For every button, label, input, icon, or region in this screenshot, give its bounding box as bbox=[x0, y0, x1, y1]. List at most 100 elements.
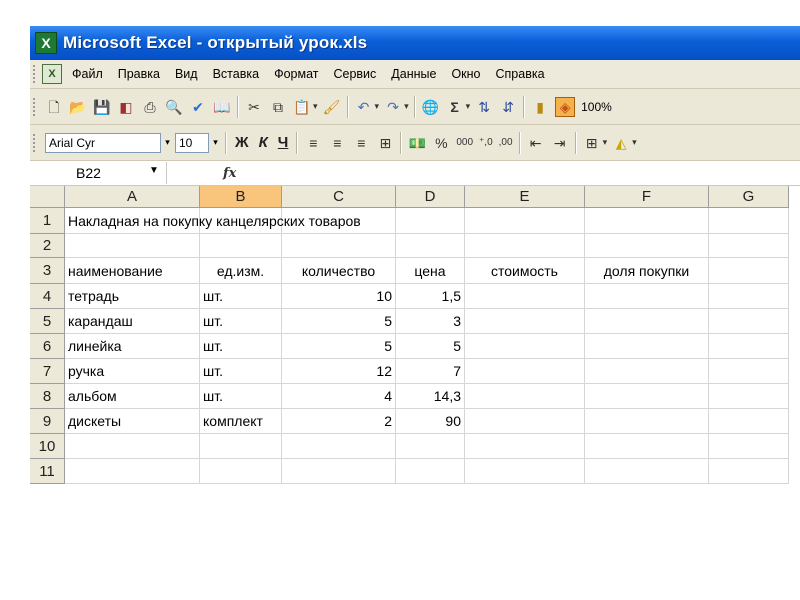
borders-dropdown-icon[interactable]: ▾ bbox=[603, 137, 608, 148]
select-all-corner[interactable] bbox=[30, 186, 65, 208]
cell-e2[interactable] bbox=[465, 234, 585, 258]
cell-d2[interactable] bbox=[396, 234, 465, 258]
cell-g2[interactable] bbox=[709, 234, 789, 258]
row-header-9[interactable]: 9 bbox=[30, 409, 65, 434]
cell-c6[interactable]: 5 bbox=[282, 334, 396, 359]
menu-view[interactable]: Вид bbox=[175, 67, 198, 81]
cell-f2[interactable] bbox=[585, 234, 709, 258]
cell-e6[interactable] bbox=[465, 334, 585, 359]
cell-d11[interactable] bbox=[396, 459, 465, 484]
cell-g11[interactable] bbox=[709, 459, 789, 484]
autosum-icon[interactable]: Σ bbox=[446, 98, 464, 116]
cell-g7[interactable] bbox=[709, 359, 789, 384]
menu-tools[interactable]: Сервис bbox=[333, 67, 376, 81]
cell-f1[interactable] bbox=[585, 208, 709, 234]
font-size-select[interactable]: 10 bbox=[175, 132, 209, 153]
cell-a6[interactable]: линейка bbox=[65, 334, 200, 359]
column-header-c[interactable]: C bbox=[282, 186, 396, 208]
row-header-5[interactable]: 5 bbox=[30, 309, 65, 334]
menu-format[interactable]: Формат bbox=[274, 67, 318, 81]
cell-g1[interactable] bbox=[709, 208, 789, 234]
cell-a3[interactable]: наименование bbox=[65, 258, 200, 284]
spelling-icon[interactable]: ✔ bbox=[189, 98, 207, 116]
cell-c4[interactable]: 10 bbox=[282, 284, 396, 309]
excel-app-icon[interactable]: X bbox=[35, 32, 57, 54]
cell-c7[interactable]: 12 bbox=[282, 359, 396, 384]
borders-icon[interactable]: ⊞ bbox=[583, 134, 601, 152]
column-header-a[interactable]: A bbox=[65, 186, 200, 208]
cell-d3[interactable]: цена bbox=[396, 258, 465, 284]
cell-e8[interactable] bbox=[465, 384, 585, 409]
menu-edit[interactable]: Правка bbox=[118, 67, 160, 81]
fill-color-dropdown-icon[interactable]: ▾ bbox=[632, 137, 637, 148]
formula-input[interactable] bbox=[236, 162, 800, 184]
research-icon[interactable]: 📖 bbox=[213, 98, 231, 116]
document-icon[interactable]: X bbox=[42, 64, 62, 84]
menu-window[interactable]: Окно bbox=[451, 67, 480, 81]
underline-button[interactable]: Ч bbox=[278, 134, 289, 151]
merge-center-icon[interactable]: ⊞ bbox=[376, 134, 394, 152]
font-name-dropdown-icon[interactable]: ▾ bbox=[161, 133, 174, 153]
sort-ascending-icon[interactable]: ⇅ bbox=[475, 98, 493, 116]
fill-color-icon[interactable]: ◭ bbox=[612, 134, 630, 152]
cell-c9[interactable]: 2 bbox=[282, 409, 396, 434]
cell-d4[interactable]: 1,5 bbox=[396, 284, 465, 309]
increase-decimal-button[interactable]: ⁺,0 bbox=[479, 134, 493, 152]
cell-a1[interactable]: Накладная на покупку канцелярских товаро… bbox=[65, 208, 361, 234]
cell-c5[interactable]: 5 bbox=[282, 309, 396, 334]
save-icon[interactable]: 💾 bbox=[93, 98, 111, 116]
cell-c3[interactable]: количество bbox=[282, 258, 396, 284]
print-preview-icon[interactable]: 🔍 bbox=[165, 98, 183, 116]
cell-c10[interactable] bbox=[282, 434, 396, 459]
thousands-button[interactable]: 000 bbox=[456, 134, 473, 152]
cell-e9[interactable] bbox=[465, 409, 585, 434]
cell-f9[interactable] bbox=[585, 409, 709, 434]
paste-icon[interactable]: 📋 bbox=[293, 98, 311, 116]
toolbar-grip[interactable] bbox=[33, 97, 38, 116]
cell-b7[interactable]: шт. bbox=[200, 359, 282, 384]
name-box[interactable]: B22 bbox=[31, 162, 167, 184]
cell-c11[interactable] bbox=[282, 459, 396, 484]
cell-g10[interactable] bbox=[709, 434, 789, 459]
currency-icon[interactable]: 💵 bbox=[408, 134, 426, 152]
autosum-dropdown-icon[interactable]: ▾ bbox=[466, 101, 471, 112]
print-icon[interactable]: ⎙ bbox=[141, 98, 159, 116]
cell-e7[interactable] bbox=[465, 359, 585, 384]
bold-button[interactable]: Ж bbox=[235, 134, 249, 151]
column-header-d[interactable]: D bbox=[396, 186, 465, 208]
cell-d6[interactable]: 5 bbox=[396, 334, 465, 359]
decrease-decimal-button[interactable]: ,00 bbox=[499, 134, 513, 152]
cell-b2[interactable] bbox=[200, 234, 282, 258]
cell-c2[interactable] bbox=[282, 234, 396, 258]
undo-dropdown-icon[interactable]: ▾ bbox=[375, 101, 380, 112]
row-header-10[interactable]: 10 bbox=[30, 434, 65, 459]
cell-e5[interactable] bbox=[465, 309, 585, 334]
cell-e3[interactable]: стоимость bbox=[465, 258, 585, 284]
cell-a5[interactable]: карандаш bbox=[65, 309, 200, 334]
menu-help[interactable]: Справка bbox=[496, 67, 545, 81]
cell-e4[interactable] bbox=[465, 284, 585, 309]
cell-f5[interactable] bbox=[585, 309, 709, 334]
cell-b5[interactable]: шт. bbox=[200, 309, 282, 334]
cell-d8[interactable]: 14,3 bbox=[396, 384, 465, 409]
cell-d10[interactable] bbox=[396, 434, 465, 459]
chart-wizard-icon[interactable]: ▮ bbox=[531, 98, 549, 116]
align-left-icon[interactable]: ≡ bbox=[304, 134, 322, 152]
paste-dropdown-icon[interactable]: ▾ bbox=[313, 101, 318, 112]
cell-b11[interactable] bbox=[200, 459, 282, 484]
cell-a2[interactable] bbox=[65, 234, 200, 258]
cell-b3[interactable]: ед.изм. bbox=[200, 258, 282, 284]
increase-indent-icon[interactable]: ⇥ bbox=[551, 134, 569, 152]
zoom-level[interactable]: 100% bbox=[581, 100, 612, 114]
cell-e1[interactable] bbox=[465, 208, 585, 234]
italic-button[interactable]: К bbox=[259, 134, 268, 151]
cell-f10[interactable] bbox=[585, 434, 709, 459]
cell-c8[interactable]: 4 bbox=[282, 384, 396, 409]
menu-insert[interactable]: Вставка bbox=[213, 67, 259, 81]
column-header-g[interactable]: G bbox=[709, 186, 789, 208]
cell-a4[interactable]: тетрадь bbox=[65, 284, 200, 309]
cell-a11[interactable] bbox=[65, 459, 200, 484]
new-icon[interactable]: 🗋 bbox=[45, 98, 63, 116]
row-header-6[interactable]: 6 bbox=[30, 334, 65, 359]
cell-b9[interactable]: комплект bbox=[200, 409, 282, 434]
